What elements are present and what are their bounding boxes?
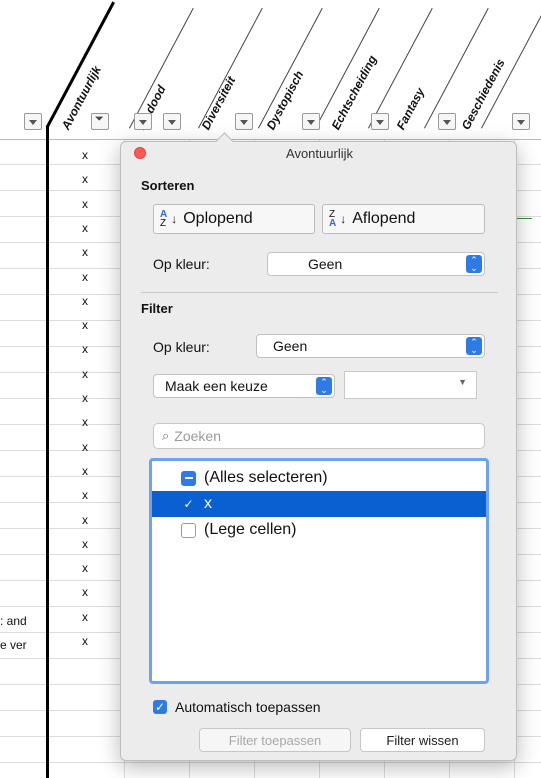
chevron-updown-icon: ⌃ ⌄ bbox=[316, 377, 332, 395]
search-input[interactable] bbox=[172, 427, 457, 445]
auto-apply-label: Automatisch toepassen bbox=[175, 699, 321, 715]
cell-value[interactable]: x bbox=[78, 342, 92, 356]
sort-descending-button[interactable]: ZA ↓ Aflopend bbox=[322, 204, 485, 234]
filter-dropdown-button[interactable] bbox=[512, 113, 530, 130]
search-field[interactable]: ⌕ bbox=[153, 423, 485, 449]
empty-checkbox-icon[interactable] bbox=[181, 522, 196, 538]
column-border bbox=[46, 126, 49, 778]
check-icon[interactable]: ✓ bbox=[181, 497, 196, 512]
cell-value[interactable]: x bbox=[78, 148, 92, 162]
cell-text[interactable]: : and bbox=[0, 614, 27, 628]
cell-value[interactable]: x bbox=[78, 221, 92, 235]
filter-condition-select[interactable]: Maak een keuze ⌃ ⌄ bbox=[153, 374, 335, 398]
filter-dropdown-button[interactable] bbox=[24, 113, 42, 130]
cell-value[interactable]: x bbox=[78, 488, 92, 502]
section-divider bbox=[141, 292, 498, 293]
filter-values-list[interactable]: (Alles selecteren) ✓ x (Lege cellen) bbox=[149, 458, 489, 684]
mixed-checkbox-icon[interactable] bbox=[181, 470, 196, 486]
cell-value[interactable]: x bbox=[78, 537, 92, 551]
cell-value[interactable]: x bbox=[78, 172, 92, 186]
chevron-updown-icon: ⌃ ⌄ bbox=[466, 255, 482, 273]
cell-value[interactable]: x bbox=[78, 440, 92, 454]
sort-color-value: Geen bbox=[308, 256, 343, 272]
header-border bbox=[0, 139, 541, 140]
cell-text[interactable]: e ver bbox=[0, 638, 27, 652]
auto-apply-checkbox[interactable]: ✓ Automatisch toepassen bbox=[153, 699, 321, 715]
apply-filter-button[interactable]: Filter toepassen bbox=[199, 728, 351, 752]
header-separator bbox=[129, 7, 194, 129]
filter-condition-value: Maak een keuze bbox=[165, 378, 268, 394]
search-icon: ⌕ bbox=[162, 428, 170, 443]
cell-value[interactable]: x bbox=[78, 585, 92, 599]
filter-dropdown-button[interactable] bbox=[134, 113, 152, 130]
cell-value[interactable]: x bbox=[78, 610, 92, 624]
filter-dropdown-button[interactable] bbox=[235, 113, 253, 130]
cell-value[interactable]: x bbox=[78, 415, 92, 429]
sort-color-label: Op kleur: bbox=[153, 256, 210, 272]
cell-value[interactable]: x bbox=[78, 513, 92, 527]
sort-ascending-label: Oplopend bbox=[183, 210, 253, 227]
sort-section-title: Sorteren bbox=[141, 178, 195, 193]
column-header[interactable]: Diversiteit bbox=[199, 74, 239, 132]
triangle-down-icon: ▼ bbox=[458, 377, 467, 387]
list-item-label: (Alles selecteren) bbox=[204, 469, 328, 486]
list-item[interactable]: ✓ x bbox=[152, 491, 486, 517]
cell-value[interactable]: x bbox=[78, 270, 92, 284]
sort-color-select[interactable]: Geen ⌃ ⌄ bbox=[267, 252, 485, 276]
arrow-down-icon: ↓ bbox=[171, 212, 178, 226]
filter-panel: Avontuurlijk Sorteren AZ ↓ Oplopend ZA ↓… bbox=[120, 132, 517, 761]
cell-value[interactable]: x bbox=[78, 245, 92, 259]
cell-value[interactable]: x bbox=[78, 294, 92, 308]
grid-row-line bbox=[0, 762, 541, 763]
filter-color-value: Geen bbox=[273, 338, 308, 354]
filter-dropdown-button[interactable] bbox=[438, 113, 456, 130]
filter-active-icon[interactable]: ⏷ bbox=[91, 113, 109, 130]
filter-dropdown-button[interactable] bbox=[371, 113, 389, 130]
check-icon: ✓ bbox=[153, 700, 167, 714]
chevron-updown-icon: ⌃ ⌄ bbox=[466, 337, 482, 355]
cell-value[interactable]: x bbox=[78, 634, 92, 648]
cell-value[interactable]: x bbox=[78, 464, 92, 478]
column-header[interactable]: Fantasy bbox=[394, 85, 428, 132]
panel-title: Avontuurlijk bbox=[286, 146, 353, 161]
filter-color-select[interactable]: Geen ⌃ ⌄ bbox=[256, 334, 485, 358]
filter-dropdown-button[interactable] bbox=[163, 113, 181, 130]
list-item[interactable]: (Alles selecteren) bbox=[152, 465, 486, 491]
sort-descending-icon: ZA bbox=[329, 209, 337, 229]
arrow-down-icon: ↓ bbox=[340, 212, 347, 226]
column-header[interactable]: Geschiedenis bbox=[459, 57, 508, 132]
cell-value[interactable]: x bbox=[78, 367, 92, 381]
clear-filter-button[interactable]: Filter wissen bbox=[360, 728, 485, 752]
list-item[interactable]: (Lege cellen) bbox=[152, 517, 486, 543]
filter-section-title: Filter bbox=[141, 301, 173, 316]
sort-ascending-button[interactable]: AZ ↓ Oplopend bbox=[153, 204, 315, 234]
filter-color-label: Op kleur: bbox=[153, 339, 210, 355]
filter-condition-value-combo[interactable]: ▼ bbox=[344, 371, 477, 399]
sort-ascending-icon: AZ bbox=[160, 209, 168, 229]
header-separator bbox=[258, 7, 323, 129]
cell-value[interactable]: x bbox=[78, 318, 92, 332]
filter-dropdown-button[interactable] bbox=[302, 113, 320, 130]
sort-descending-label: Aflopend bbox=[352, 210, 416, 227]
cell-value[interactable]: x bbox=[78, 391, 92, 405]
list-item-label: x bbox=[204, 495, 212, 512]
cell-value[interactable]: x bbox=[78, 561, 92, 575]
list-item-label: (Lege cellen) bbox=[204, 521, 297, 538]
cell-value[interactable]: x bbox=[78, 197, 92, 211]
